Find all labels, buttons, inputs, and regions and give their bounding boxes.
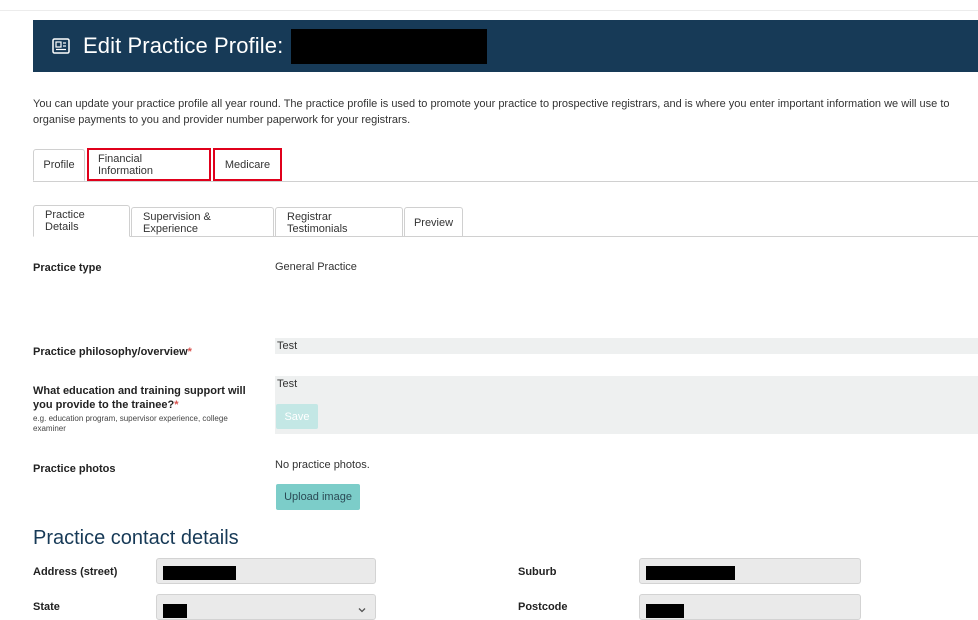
suburb-input[interactable] [639,558,861,584]
redacted-address [163,566,236,580]
redacted-suburb [646,566,735,580]
tab-preview[interactable]: Preview [404,207,463,237]
page-header: Edit Practice Profile: [33,20,978,72]
tab-medicare[interactable]: Medicare [213,148,282,181]
redacted-postcode [646,604,684,618]
philosophy-field[interactable]: Test [275,338,978,354]
main-tabs: Profile Financial Information Medicare [33,148,282,181]
practice-photos-label: Practice photos [33,463,116,475]
sub-tabs-divider [33,236,978,237]
tab-supervision-experience[interactable]: Supervision & Experience [131,207,274,237]
tab-financial-information[interactable]: Financial Information [87,148,211,181]
state-select[interactable] [156,594,376,620]
address-input[interactable] [156,558,376,584]
upload-image-button[interactable]: Upload image [276,484,360,510]
tab-registrar-testimonials[interactable]: Registrar Testimonials [275,207,403,237]
philosophy-label: Practice philosophy/overview* [33,346,192,358]
required-marker: * [174,399,179,411]
save-button[interactable]: Save [276,404,318,429]
postcode-label: Postcode [518,601,568,613]
education-value[interactable]: Test [277,378,297,390]
top-divider [0,10,978,11]
sub-tabs: Practice Details Supervision & Experienc… [33,204,463,237]
no-photos-text: No practice photos. [275,459,370,471]
state-label: State [33,601,60,613]
intro-text: You can update your practice profile all… [33,98,950,126]
education-label: What education and training support will… [33,384,258,434]
profile-card-icon [51,36,71,56]
practice-type-value: General Practice [275,261,357,273]
contact-section-title: Practice contact details [33,527,239,549]
education-field: Test [275,376,978,434]
required-marker: * [187,346,192,358]
redacted-practice-name [291,28,488,64]
page-title: Edit Practice Profile: [83,33,284,58]
address-label: Address (street) [33,566,118,578]
practice-type-label: Practice type [33,262,102,274]
postcode-input[interactable] [639,594,861,620]
suburb-label: Suburb [518,566,557,578]
redacted-state [163,604,187,618]
tab-profile[interactable]: Profile [33,149,85,181]
education-help-text: e.g. education program, supervisor exper… [33,414,228,433]
chevron-down-icon [357,602,367,613]
tab-practice-details[interactable]: Practice Details [33,205,130,237]
main-tabs-divider [33,181,978,182]
